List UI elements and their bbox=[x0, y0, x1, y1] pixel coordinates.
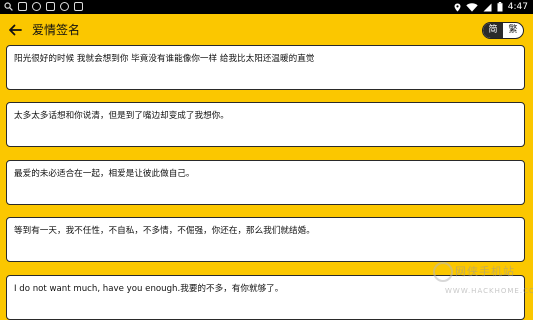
signature-text: 最爱的未必适合在一起，相爱是让彼此做自己。 bbox=[14, 169, 195, 179]
watermark-name: 网侠手机站 bbox=[455, 265, 515, 278]
watermark: 网侠手机站 WWW.HACKHOME.COM bbox=[433, 262, 533, 298]
signal-icon bbox=[483, 3, 492, 11]
watermark-logo-icon bbox=[433, 262, 453, 282]
search-icon bbox=[4, 2, 13, 11]
status-bar: 4:47 bbox=[0, 0, 533, 14]
signature-text: 等到有一天，我不任性，不自私，不多情，不倔强，你还在，那么我们就结婚。 bbox=[14, 226, 315, 236]
signature-card[interactable]: 最爱的未必适合在一起，相爱是让彼此做自己。 bbox=[6, 160, 525, 205]
back-arrow-icon[interactable] bbox=[7, 22, 23, 38]
signature-card[interactable]: 太多太多话想和你说清，但是到了嘴边却变成了我想你。 bbox=[6, 102, 525, 147]
app-icon bbox=[46, 2, 55, 11]
clock: 4:47 bbox=[507, 2, 528, 12]
app-icon bbox=[32, 2, 41, 11]
wifi-icon bbox=[466, 2, 478, 12]
system-icons: 4:47 bbox=[454, 0, 528, 14]
app-bar: 爱情签名 bbox=[0, 14, 533, 46]
signature-card[interactable]: 阳光很好的时候 我就会想到你 毕竟没有谁能像你一样 给我比太阳还温暖的直觉 bbox=[6, 45, 525, 90]
app-icon bbox=[60, 2, 69, 11]
language-toggle[interactable]: 简 繁 bbox=[482, 22, 524, 39]
signature-card[interactable]: 等到有一天，我不任性，不自私，不多情，不倔强，你还在，那么我们就结婚。 bbox=[6, 217, 525, 262]
notification-icons bbox=[4, 2, 83, 11]
app-icon bbox=[74, 2, 83, 11]
simplified-option[interactable]: 简 bbox=[483, 23, 503, 38]
signature-text: 太多太多话想和你说清，但是到了嘴边却变成了我想你。 bbox=[14, 111, 229, 121]
signature-text: 阳光很好的时候 我就会想到你 毕竟没有谁能像你一样 给我比太阳还温暖的直觉 bbox=[14, 54, 315, 64]
watermark-url: WWW.HACKHOME.COM bbox=[445, 287, 533, 295]
traditional-option[interactable]: 繁 bbox=[503, 23, 523, 38]
image-icon bbox=[18, 2, 27, 11]
page-title: 爱情签名 bbox=[32, 23, 81, 37]
battery-icon bbox=[497, 2, 503, 12]
location-icon bbox=[454, 3, 461, 12]
